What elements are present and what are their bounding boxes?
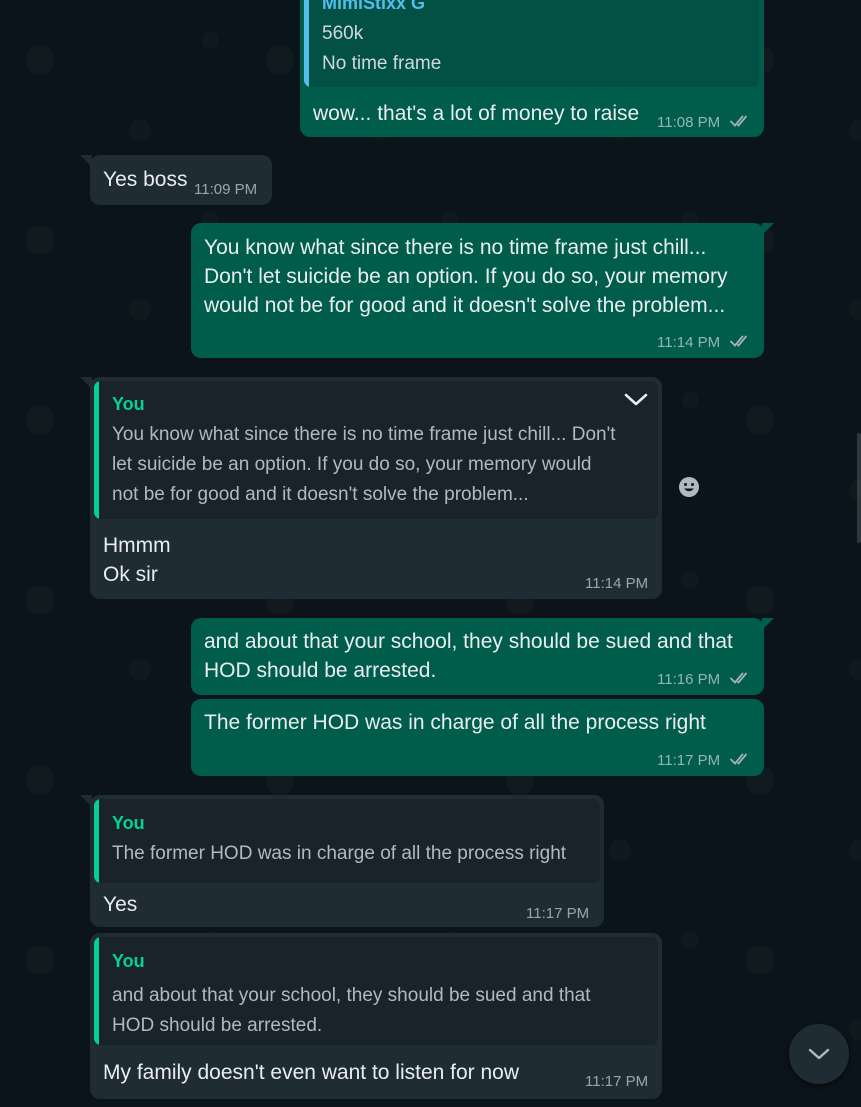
message-time: 11:17 PM — [526, 905, 590, 922]
message-text: wow... that's a lot of money to raise — [313, 102, 640, 125]
message-text-line: Hmmm — [103, 534, 171, 557]
quote-bar — [94, 381, 99, 519]
message-incoming[interactable]: You The former HOD was in charge of all … — [90, 795, 604, 927]
message-incoming[interactable]: You and about that your school, they sho… — [90, 933, 662, 1099]
chevron-down-icon[interactable] — [623, 391, 649, 409]
quoted-message[interactable]: You and about that your school, they sho… — [94, 937, 658, 1045]
quote-text-line: The former HOD was in charge of all the … — [112, 843, 567, 864]
message-outgoing[interactable]: The former HOD was in charge of all the … — [191, 699, 764, 776]
quote-bar — [94, 937, 99, 1045]
message-text-line: Ok sir — [103, 563, 158, 586]
quoted-message[interactable]: You The former HOD was in charge of all … — [94, 799, 600, 883]
message-text: The former HOD was in charge of all the … — [204, 711, 706, 734]
chevron-down-icon — [808, 1048, 830, 1060]
message-outgoing[interactable]: and about that your school, they should … — [191, 618, 764, 695]
double-check-icon — [730, 672, 747, 684]
quote-author: You — [112, 951, 145, 971]
message-time: 11:14 PM — [657, 334, 721, 351]
message-text-line: Don't let suicide be an option. If you d… — [204, 265, 728, 288]
double-check-icon — [730, 115, 747, 127]
quote-bar — [94, 799, 99, 883]
message-time: 11:17 PM — [585, 1073, 649, 1090]
message-time: 11:16 PM — [657, 671, 721, 688]
message-incoming[interactable]: You You know what since there is no time… — [90, 377, 662, 599]
scroll-to-bottom-button[interactable] — [789, 1024, 849, 1084]
quote-text-line: and about that your school, they should … — [112, 985, 591, 1006]
quoted-message[interactable]: You You know what since there is no time… — [94, 381, 658, 519]
message-text-line: You know what since there is no time fra… — [204, 236, 707, 259]
message-text-line: HOD should be arrested. — [204, 659, 437, 682]
message-time: 11:09 PM — [194, 181, 258, 198]
message-incoming[interactable]: Yes boss 11:09 PM — [90, 155, 272, 205]
quote-text-line: let suicide be an option. If you do so, … — [112, 454, 592, 475]
message-time: 11:14 PM — [585, 575, 649, 592]
quote-author: You — [112, 813, 145, 833]
message-text: Yes boss — [103, 168, 188, 191]
quote-bar — [304, 0, 309, 87]
quote-author: You — [112, 394, 145, 414]
smiley-icon — [679, 477, 699, 497]
double-check-icon — [730, 335, 747, 347]
quote-text-line: not be for good and it doesn't solve the… — [112, 484, 529, 505]
message-outgoing[interactable]: You know what since there is no time fra… — [191, 223, 764, 358]
quote-text-line: HOD should be arrested. — [112, 1015, 323, 1036]
quoted-message[interactable]: MimiStixx G 560k No time frame — [304, 0, 759, 87]
quote-text-line: You know what since there is no time fra… — [112, 424, 616, 445]
message-time: 11:17 PM — [657, 752, 721, 769]
message-outgoing[interactable]: MimiStixx G 560k No time frame wow... th… — [300, 0, 764, 137]
react-button[interactable] — [670, 468, 708, 506]
quote-text-line: 560k — [322, 23, 364, 44]
quote-author: MimiStixx G — [322, 0, 426, 13]
quote-text-line: No time frame — [322, 53, 442, 74]
message-text-line: would not be for good and it doesn't sol… — [204, 294, 726, 317]
double-check-icon — [730, 753, 747, 765]
message-text: My family doesn't even want to listen fo… — [103, 1061, 520, 1084]
scrollbar-thumb[interactable] — [857, 433, 861, 543]
message-text: Yes — [103, 893, 138, 916]
message-text-line: and about that your school, they should … — [204, 630, 733, 653]
message-time: 11:08 PM — [657, 114, 721, 131]
